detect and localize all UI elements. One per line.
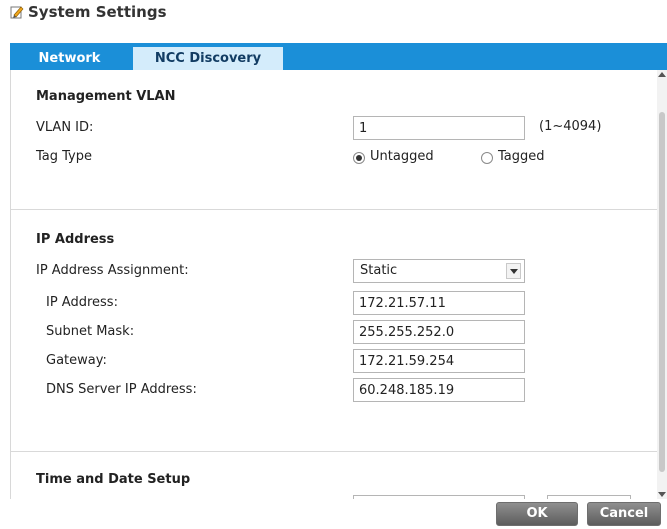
cancel-button[interactable]: Cancel [587,502,661,526]
untagged-radio[interactable] [353,152,365,164]
section-divider [11,209,657,210]
gateway-label: Gateway: [46,353,107,368]
ip-address-label: IP Address: [46,295,118,310]
subnet-mask-input[interactable] [353,320,525,344]
vlan-id-label: VLAN ID: [36,120,94,135]
ip-assignment-value: Static [360,263,398,278]
tagged-label: Tagged [498,149,545,164]
ip-assignment-select[interactable]: Static [353,259,525,283]
tagged-radio[interactable] [481,152,493,164]
title-bar: System Settings [0,0,667,28]
untagged-label: Untagged [370,149,434,164]
gateway-input[interactable] [353,349,525,373]
ok-button[interactable]: OK [496,502,578,526]
chevron-down-icon[interactable] [506,263,521,279]
section-title-time-date: Time and Date Setup [36,472,191,487]
scroll-up-icon[interactable] [658,72,666,77]
window-title: System Settings [28,3,167,21]
ip-address-input[interactable] [353,291,525,315]
dns-server-input[interactable] [353,378,525,402]
vertical-scrollbar[interactable] [657,70,667,499]
network-settings-panel: Management VLAN VLAN ID: (1~4094) Tag Ty… [10,70,657,499]
section-title-ip-address: IP Address [36,232,115,247]
tab-network[interactable]: Network [16,47,123,70]
subnet-mask-label: Subnet Mask: [46,324,135,339]
section-divider [11,451,657,452]
vlan-id-range: (1~4094) [539,119,602,134]
footer: OK Cancel [0,499,667,529]
ip-assignment-label: IP Address Assignment: [36,263,189,278]
settings-frame: Network NCC Discovery Management VLAN VL… [0,28,667,529]
tag-type-label: Tag Type [36,149,92,164]
tab-ncc-discovery[interactable]: NCC Discovery [133,47,283,70]
tab-strip: Network NCC Discovery [10,43,667,70]
edit-icon [10,4,24,20]
vlan-id-input[interactable] [353,116,525,140]
scroll-down-icon[interactable] [658,492,666,497]
section-title-management-vlan: Management VLAN [36,89,176,104]
dns-server-label: DNS Server IP Address: [46,382,197,397]
scroll-thumb[interactable] [659,112,665,472]
